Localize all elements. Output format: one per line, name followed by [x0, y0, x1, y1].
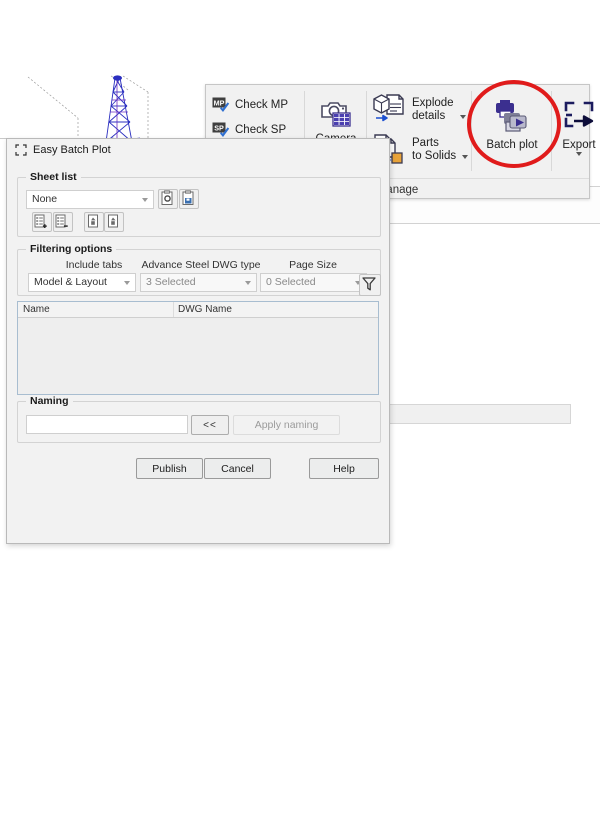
chevron-down-icon[interactable]	[459, 115, 466, 119]
camera-browser-icon	[308, 93, 364, 133]
ribbon-separator	[471, 91, 472, 171]
check-mp-label: Check MP	[235, 98, 289, 111]
svg-text:SP: SP	[214, 123, 224, 132]
background-lower-panel: et	[384, 404, 571, 424]
apply-naming-button: Apply naming	[233, 415, 340, 435]
explode-details-button[interactable]: Explode details	[372, 93, 466, 127]
filtering-options-group: Filtering options Include tabs Advance S…	[17, 243, 381, 296]
sheet-list-combo[interactable]: None	[26, 190, 154, 209]
table-header-row: Name DWG Name	[18, 302, 378, 318]
svg-text:MP: MP	[214, 98, 225, 107]
check-mp-icon: MP	[212, 96, 230, 114]
column-header-dwg-name[interactable]: DWG Name	[178, 304, 232, 315]
batch-plot-icon	[478, 93, 546, 139]
naming-back-button[interactable]: <<	[191, 415, 229, 435]
export-button[interactable]: Export	[554, 93, 600, 156]
parts-to-solids-label-line1: Parts	[412, 137, 439, 149]
include-tabs-combo[interactable]: Model & Layout	[28, 273, 136, 292]
sheet-remove-button[interactable]	[53, 212, 73, 232]
explode-details-label-line1: Explode	[412, 97, 454, 109]
page-size-value: 0 Selected	[266, 276, 316, 288]
sheet-add-button[interactable]	[32, 212, 52, 232]
explode-details-icon	[372, 93, 408, 127]
sheet-export-button[interactable]	[104, 212, 124, 232]
chevron-down-icon	[124, 281, 130, 285]
ribbon-separator	[551, 91, 552, 171]
sheet-list-save-button[interactable]	[179, 189, 199, 209]
chevron-down-icon	[245, 281, 251, 285]
sheet-list-group: Sheet list None	[17, 171, 381, 237]
chevron-down-icon	[142, 198, 148, 202]
batch-plot-label: Batch plot	[486, 139, 538, 151]
dwg-type-combo[interactable]: 3 Selected	[140, 273, 257, 292]
naming-legend: Naming	[26, 395, 73, 407]
column-header-name[interactable]: Name	[23, 304, 50, 315]
export-label: Export	[562, 139, 596, 151]
naming-input[interactable]	[26, 415, 188, 434]
sheet-list-legend: Sheet list	[26, 171, 81, 183]
chevron-down-icon[interactable]	[576, 152, 582, 156]
filtering-options-legend: Filtering options	[26, 243, 117, 255]
help-button[interactable]: Help	[309, 458, 379, 479]
easy-batch-plot-app-icon	[15, 144, 27, 156]
check-sp-label: Check SP	[235, 123, 287, 136]
funnel-filter-icon	[362, 277, 376, 291]
page-size-label: Page Size	[289, 259, 337, 271]
dwg-type-value: 3 Selected	[146, 276, 196, 288]
explode-details-label-line2: details	[412, 110, 446, 122]
chevron-down-icon[interactable]	[462, 155, 469, 159]
sheet-list-settings-button[interactable]	[158, 189, 178, 209]
dialog-title: Easy Batch Plot	[33, 144, 111, 156]
dwg-type-label: Advance Steel DWG type	[141, 259, 261, 271]
check-mp-command[interactable]: MP Check MP	[212, 92, 304, 117]
batch-plot-button[interactable]: Batch plot	[478, 93, 546, 151]
sheet-import-button[interactable]	[84, 212, 104, 232]
publish-button[interactable]: Publish	[136, 458, 203, 479]
easy-batch-plot-dialog: Easy Batch Plot Sheet list None Filterin…	[6, 138, 390, 544]
page-size-combo[interactable]: 0 Selected	[260, 273, 367, 292]
parts-to-solids-label-line2: to Solids	[412, 150, 457, 162]
sheet-list-combo-value: None	[32, 193, 58, 205]
lattice-tower-drawing	[27, 74, 206, 143]
naming-group: Naming << Apply naming	[17, 395, 381, 443]
dialog-title-bar[interactable]: Easy Batch Plot	[7, 139, 389, 161]
include-tabs-value: Model & Layout	[34, 276, 107, 288]
cancel-button[interactable]: Cancel	[204, 458, 271, 479]
column-divider[interactable]	[173, 302, 174, 317]
check-sp-icon: SP	[212, 121, 230, 139]
sheet-list-table[interactable]: Name DWG Name	[17, 301, 379, 395]
apply-filter-button[interactable]	[359, 274, 381, 296]
export-icon	[554, 93, 600, 139]
